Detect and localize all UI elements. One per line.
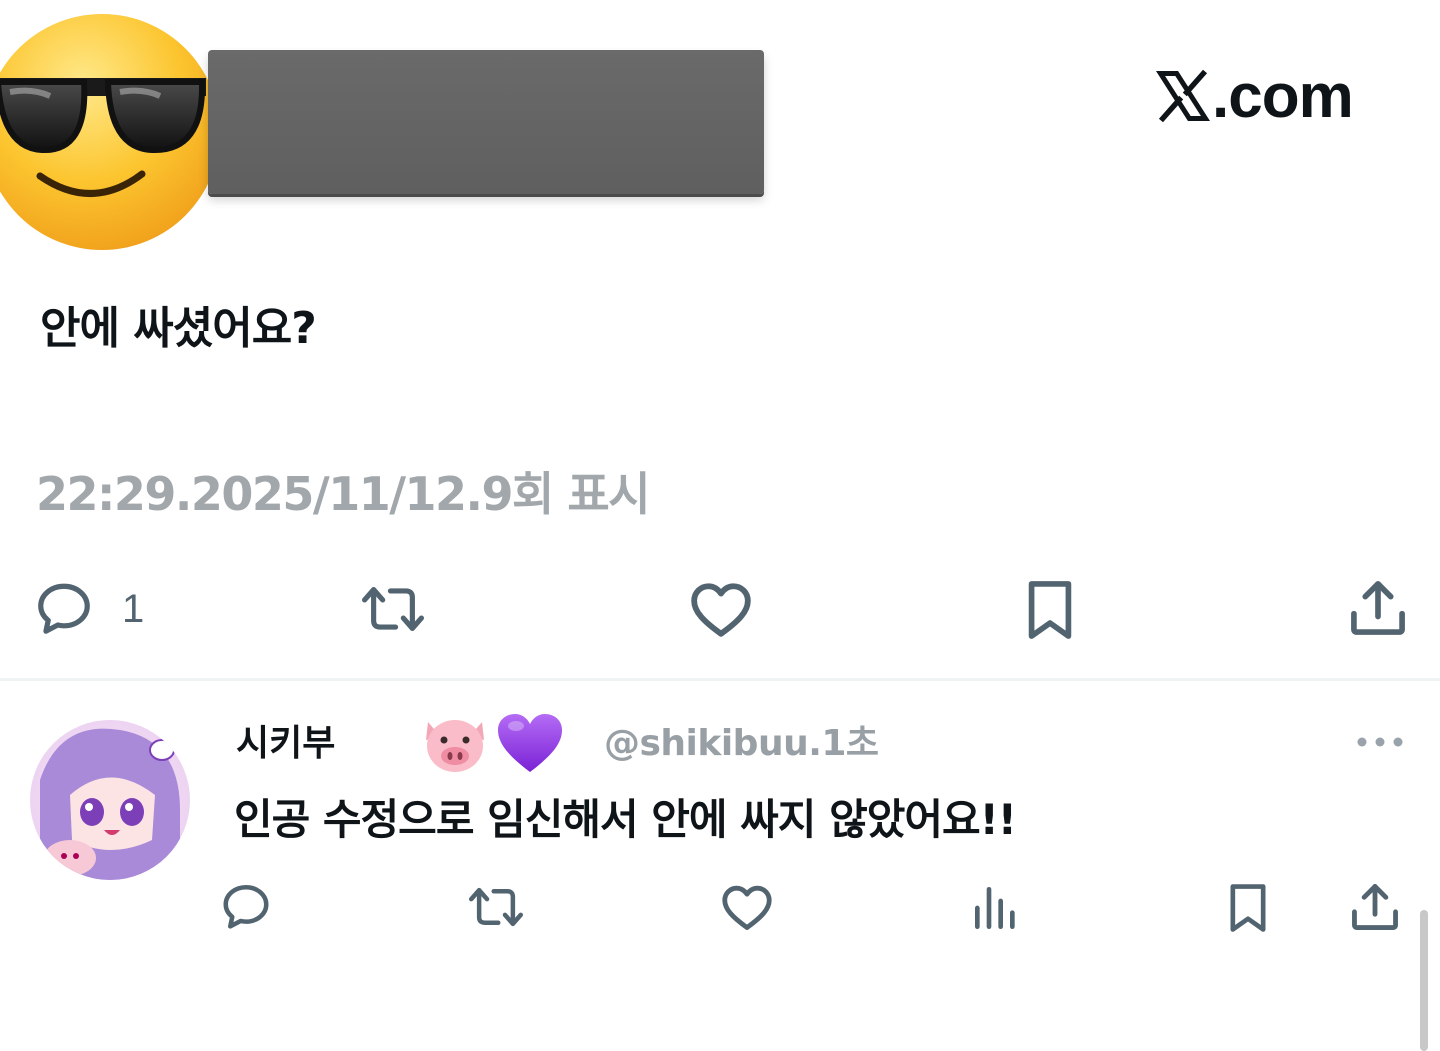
divider: [0, 678, 1440, 681]
x-logo-icon: [1156, 69, 1210, 123]
reply-icon: [38, 583, 90, 634]
purple-heart-emoji: [496, 712, 564, 776]
like-icon: [691, 583, 751, 637]
reply-display-name[interactable]: 시키부: [236, 714, 335, 766]
reply-button[interactable]: 1: [32, 578, 144, 640]
tweet-timestamp-views: 22:29.2025/11/12.9회 표시: [36, 467, 651, 521]
retweet-icon: [469, 887, 523, 927]
reply-bookmark-button[interactable]: [1220, 878, 1276, 938]
share-icon: [1351, 581, 1405, 635]
retweet-button[interactable]: [356, 578, 430, 640]
redacted-name-block: [208, 50, 764, 194]
logo-text: .com: [1212, 61, 1354, 131]
sunglasses-emoji-avatar[interactable]: [0, 12, 236, 252]
bookmark-button[interactable]: [1016, 574, 1084, 646]
reply-text: 인공 수정으로 임신해서 안에 싸지 않았어요!!: [234, 795, 1017, 844]
bookmark-icon: [1230, 884, 1266, 932]
more-icon[interactable]: [1356, 734, 1404, 754]
views-icon: [975, 887, 1015, 929]
reply-retweet-button[interactable]: [464, 880, 528, 934]
bookmark-icon: [1028, 581, 1072, 639]
reply-reply-button[interactable]: [218, 880, 274, 934]
share-icon: [1352, 884, 1398, 930]
share-button[interactable]: [1344, 574, 1412, 642]
reply-handle-time[interactable]: @shikibuu.1초: [604, 714, 879, 766]
like-button[interactable]: [686, 574, 756, 644]
reply-avatar[interactable]: [30, 720, 190, 880]
reply-like-button[interactable]: [718, 878, 776, 936]
pig-emoji: [422, 712, 488, 774]
tweet-text: 안에 싸셨어요?: [40, 303, 317, 354]
x-dot-com-logo: .com: [1156, 60, 1354, 132]
reply-views-button[interactable]: [968, 880, 1024, 936]
reply-count: 1: [122, 586, 145, 631]
reply-icon: [223, 884, 269, 929]
scrollbar[interactable]: [1420, 910, 1428, 1051]
retweet-icon: [362, 587, 424, 631]
reply-share-button[interactable]: [1346, 878, 1404, 936]
like-icon: [722, 885, 772, 930]
